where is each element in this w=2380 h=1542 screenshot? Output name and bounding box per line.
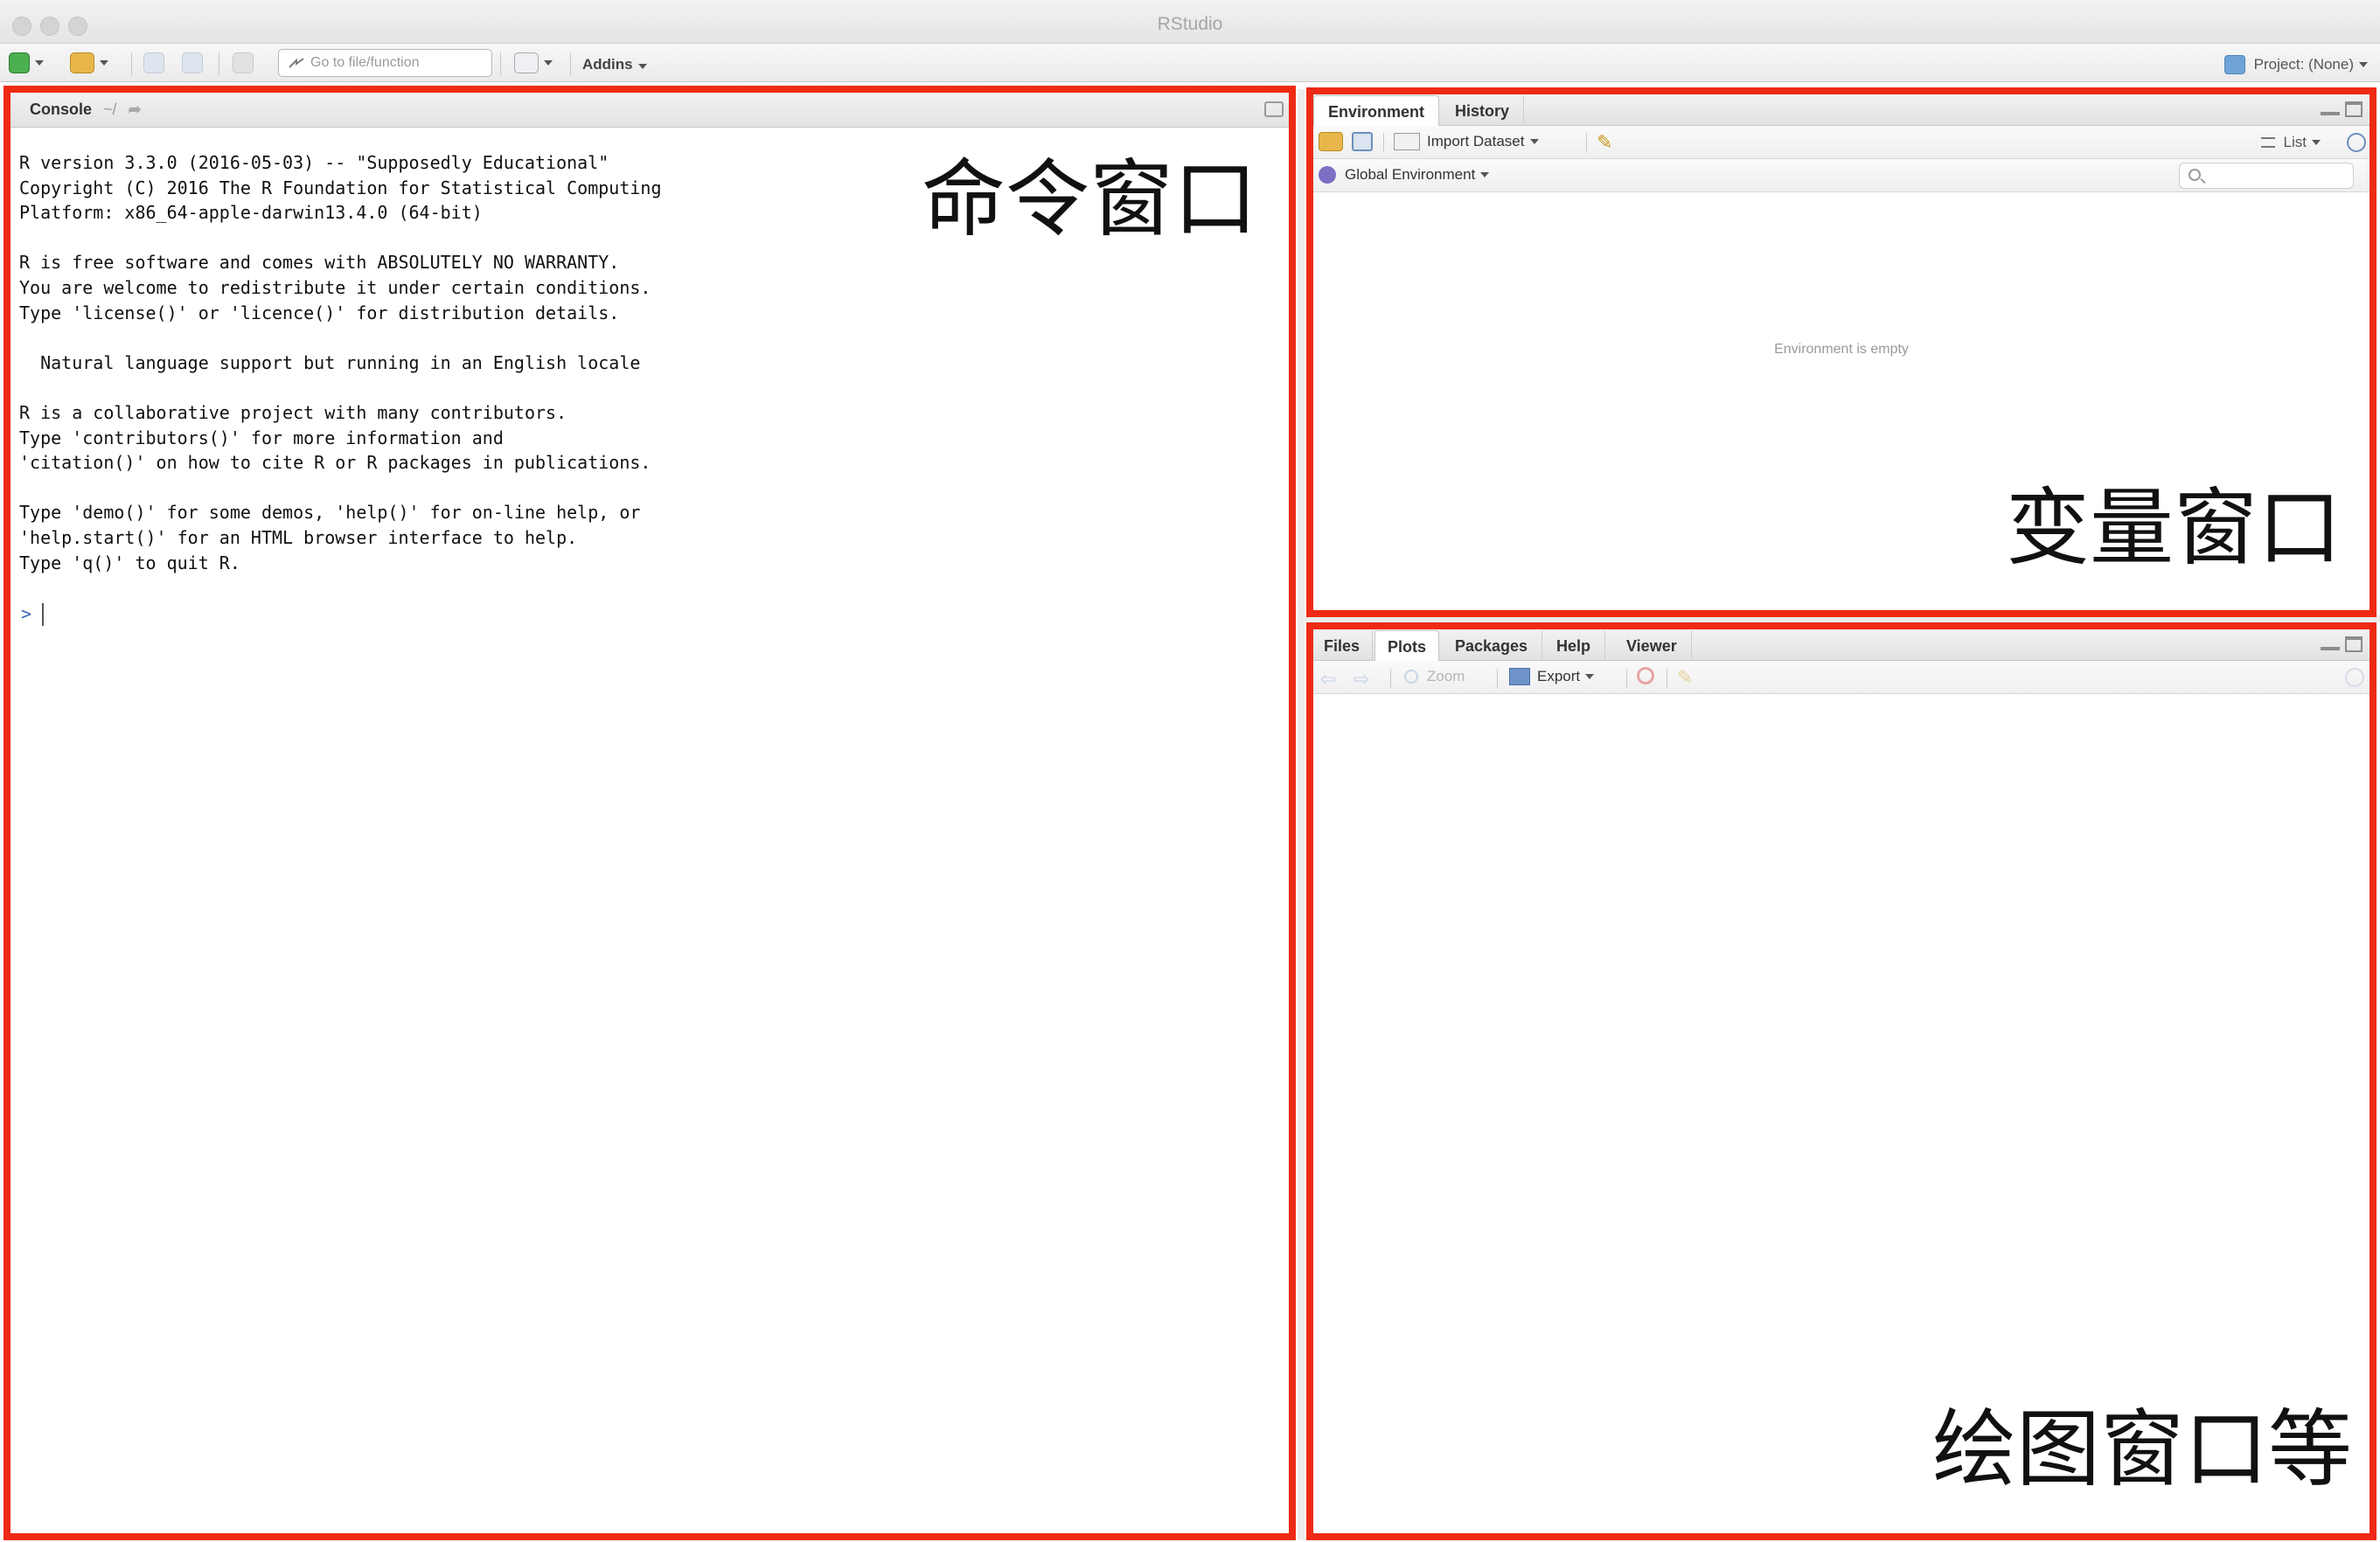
save-icon	[143, 52, 164, 73]
title-bar: RStudio	[0, 0, 2380, 44]
addins-menu[interactable]: Addins	[582, 56, 647, 73]
rstudio-window: RStudio Go to file/function Addins Proje…	[0, 0, 2380, 1542]
toolbar-divider	[570, 52, 571, 75]
project-menu[interactable]: Project: (None)	[2223, 55, 2368, 74]
plots-annotation-label: 绘图窗口等	[1932, 1400, 2352, 1498]
folder-open-icon	[70, 52, 94, 73]
save-all-button[interactable]	[182, 51, 203, 75]
toolbar-divider	[500, 52, 501, 75]
arrow-right-icon	[289, 58, 304, 68]
addins-label: Addins	[582, 56, 633, 73]
environment-annotation-label: 变量窗口	[2006, 479, 2342, 577]
chevron-down-icon	[637, 64, 647, 69]
chevron-down-icon	[35, 60, 44, 66]
project-label: Project: (None)	[2253, 56, 2354, 73]
grid-icon	[514, 52, 539, 73]
chevron-down-icon	[2359, 62, 2368, 67]
chevron-down-icon	[544, 60, 553, 66]
toolbar-divider	[131, 52, 132, 75]
save-all-icon	[182, 52, 203, 73]
console-annotation-label: 命令窗口	[922, 150, 1257, 248]
new-file-icon	[9, 52, 30, 73]
print-button[interactable]	[233, 51, 254, 75]
print-icon	[233, 52, 254, 73]
save-button[interactable]	[143, 51, 164, 75]
window-title: RStudio	[1157, 14, 1223, 34]
open-file-button[interactable]	[70, 51, 108, 75]
goto-file-function-input[interactable]: Go to file/function	[278, 49, 492, 77]
console-highlight-box	[3, 86, 1296, 1540]
main-toolbar: Go to file/function Addins Project: (Non…	[0, 44, 2380, 82]
workspace-panes-button[interactable]	[514, 51, 553, 75]
chevron-down-icon	[100, 60, 108, 66]
goto-placeholder: Go to file/function	[310, 55, 420, 70]
project-icon	[2223, 55, 2245, 74]
new-file-button[interactable]	[9, 51, 44, 75]
vertical-splitter[interactable]	[1298, 89, 1305, 1540]
